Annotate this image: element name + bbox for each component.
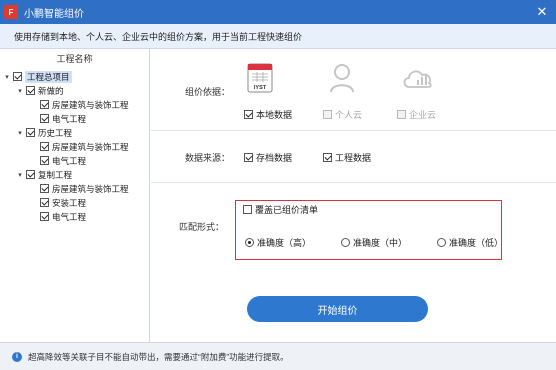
tree-node-label: 房屋建筑与装饰工程 bbox=[52, 99, 129, 110]
tree-node-label: 工程总项目 bbox=[25, 70, 72, 83]
tree-node-label: 房屋建筑与装饰工程 bbox=[52, 141, 129, 152]
tree-header: 工程名称 bbox=[56, 53, 93, 64]
accuracy-low-option[interactable]: 准确度（低） bbox=[437, 236, 503, 249]
tree-checkbox[interactable] bbox=[40, 100, 49, 109]
footer-text: 超高降效等关联子目不能自动带出，需要通过“附加费”功能进行提取。 bbox=[28, 351, 289, 362]
info-icon: i bbox=[12, 351, 22, 362]
title-bar: F 小鹏智能组价 ✕ bbox=[0, 0, 556, 24]
local-file-icon: IYST bbox=[246, 62, 274, 94]
close-button[interactable]: ✕ bbox=[534, 4, 550, 20]
source-archive-label: 存档数据 bbox=[256, 153, 293, 163]
source-archive-option[interactable]: 存档数据 bbox=[244, 151, 292, 164]
tree-checkbox[interactable] bbox=[40, 184, 49, 193]
tree-node-label: 复制工程 bbox=[38, 169, 73, 180]
tree-node-building[interactable]: 房屋建筑与装饰工程 bbox=[40, 98, 129, 111]
tree-checkbox[interactable] bbox=[26, 170, 35, 179]
basis-enterprise-cloud-label: 企业云 bbox=[409, 110, 437, 120]
basis-label: 组价依据： bbox=[185, 87, 231, 97]
window-title: 小鹏智能组价 bbox=[24, 8, 84, 20]
tree-node-label: 安装工程 bbox=[52, 197, 87, 208]
description-banner: 使用存储到本地、个人云、企业云中的组价方案，用于当前工程快速组价 bbox=[0, 24, 556, 49]
basis-local-label: 本地数据 bbox=[256, 110, 293, 120]
tree-checkbox[interactable] bbox=[40, 156, 49, 165]
accuracy-high-option[interactable]: 准确度（高） bbox=[245, 236, 311, 249]
expand-toggle-icon[interactable]: ▾ bbox=[3, 73, 11, 81]
source-project-checkbox[interactable] bbox=[323, 153, 332, 162]
tree-node-label: 电气工程 bbox=[52, 211, 87, 222]
accuracy-low-label: 准确度（低） bbox=[449, 238, 504, 248]
tree-node-electrical[interactable]: 电气工程 bbox=[40, 112, 86, 125]
tree-node-root[interactable]: ▾ 工程总项目 bbox=[3, 70, 72, 83]
accuracy-medium-label: 准确度（中） bbox=[353, 238, 408, 248]
footer-hint: i 超高降效等关联子目不能自动带出，需要通过“附加费”功能进行提取。 bbox=[0, 342, 556, 370]
tree-checkbox[interactable] bbox=[40, 142, 49, 151]
app-logo-icon: F bbox=[4, 5, 18, 19]
expand-toggle-icon[interactable]: ▾ bbox=[16, 87, 24, 95]
overwrite-label: 覆盖已组价清单 bbox=[255, 205, 319, 215]
basis-personal-cloud-checkbox bbox=[323, 110, 332, 119]
file-icon-text: IYST bbox=[254, 85, 267, 91]
accuracy-high-label: 准确度（高） bbox=[257, 238, 312, 248]
options-panel: 组价依据： IYST 本地数据 个人云 企业云 数据来源： 存档数据 工程数据 … bbox=[151, 49, 556, 342]
basis-enterprise-cloud-option: 企业云 bbox=[397, 108, 436, 121]
tree-checkbox[interactable] bbox=[13, 72, 22, 81]
tree-node-electrical[interactable]: 电气工程 bbox=[40, 210, 86, 223]
cloud-icon bbox=[401, 64, 435, 92]
basis-local-checkbox[interactable] bbox=[244, 110, 253, 119]
tree-node-install[interactable]: 安装工程 bbox=[40, 196, 86, 209]
tree-node-label: 历史工程 bbox=[38, 127, 73, 138]
tree-node-label: 房屋建筑与装饰工程 bbox=[52, 183, 129, 194]
tree-checkbox[interactable] bbox=[26, 128, 35, 137]
source-project-label: 工程数据 bbox=[335, 153, 372, 163]
source-section: 数据来源： 存档数据 工程数据 bbox=[151, 131, 556, 183]
tree-node-history[interactable]: ▾ 历史工程 bbox=[16, 126, 72, 139]
basis-personal-cloud-option: 个人云 bbox=[323, 108, 362, 121]
tree-node-label: 电气工程 bbox=[52, 113, 87, 124]
person-icon bbox=[327, 62, 357, 94]
basis-personal-cloud-label: 个人云 bbox=[335, 110, 363, 120]
tree-node-label: 新做的 bbox=[38, 85, 64, 96]
project-tree-panel: 工程名称 ▾ 工程总项目 ▾ 新做的 房屋建筑与装饰工程 电气工程 ▾ 历史工程… bbox=[0, 49, 150, 342]
basis-section: 组价依据： IYST 本地数据 个人云 企业云 bbox=[151, 49, 556, 131]
source-label: 数据来源： bbox=[185, 153, 231, 163]
tree-node-electrical[interactable]: 电气工程 bbox=[40, 154, 86, 167]
tree-checkbox[interactable] bbox=[26, 86, 35, 95]
start-pricing-button[interactable]: 开始组价 bbox=[247, 296, 428, 322]
accuracy-medium-option[interactable]: 准确度（中） bbox=[341, 236, 407, 249]
basis-enterprise-cloud-checkbox bbox=[397, 110, 406, 119]
accuracy-high-radio[interactable] bbox=[245, 238, 254, 247]
tree-checkbox[interactable] bbox=[40, 198, 49, 207]
tree-node-copy[interactable]: ▾ 复制工程 bbox=[16, 168, 72, 181]
expand-toggle-icon[interactable]: ▾ bbox=[16, 171, 24, 179]
tree-node-building[interactable]: 房屋建筑与装饰工程 bbox=[40, 140, 129, 153]
accuracy-low-radio[interactable] bbox=[437, 238, 446, 247]
basis-local-option[interactable]: 本地数据 bbox=[244, 108, 292, 121]
overwrite-checkbox[interactable] bbox=[243, 205, 252, 214]
accuracy-medium-radio[interactable] bbox=[341, 238, 350, 247]
source-project-option[interactable]: 工程数据 bbox=[323, 151, 371, 164]
tree-checkbox[interactable] bbox=[40, 114, 49, 123]
tree-node-building[interactable]: 房屋建筑与装饰工程 bbox=[40, 182, 129, 195]
tree-node-label: 电气工程 bbox=[52, 155, 87, 166]
overwrite-option[interactable]: 覆盖已组价清单 bbox=[243, 203, 318, 216]
match-label: 匹配形式： bbox=[179, 222, 225, 232]
tree-checkbox[interactable] bbox=[40, 212, 49, 221]
expand-toggle-icon[interactable]: ▾ bbox=[16, 129, 24, 137]
source-archive-checkbox[interactable] bbox=[244, 153, 253, 162]
tree-node-new[interactable]: ▾ 新做的 bbox=[16, 84, 64, 97]
